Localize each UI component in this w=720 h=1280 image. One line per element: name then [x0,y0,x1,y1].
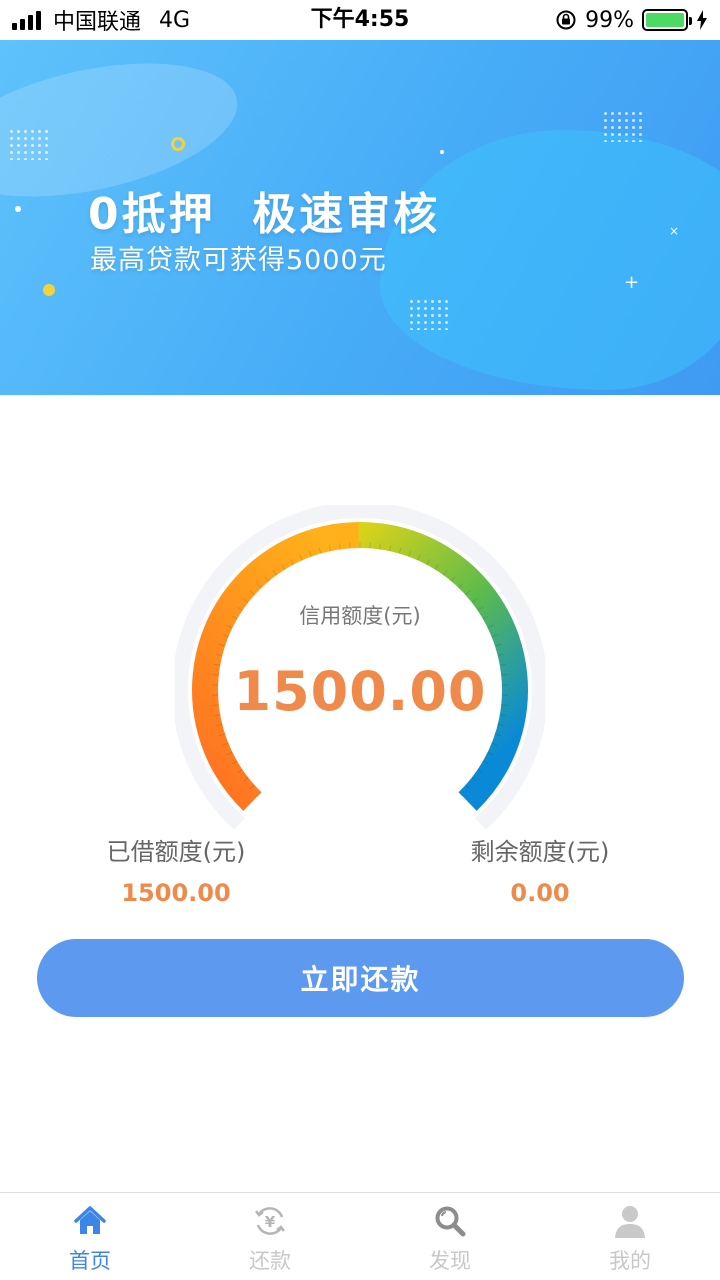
borrowed-stat: 已借额度(元) 1500.00 [46,832,306,907]
signal-icon [12,10,41,30]
promo-banner[interactable]: + × 0抵押 极速审核 最高贷款可获得5000元 [0,40,720,395]
banner-dots [8,128,52,160]
battery-percent: 99% [585,7,634,33]
banner-subtitle: 最高贷款可获得5000元 [90,245,387,276]
tab-home[interactable]: 首页 [0,1193,180,1280]
search-icon [435,1206,466,1237]
remaining-value: 0.00 [510,879,570,907]
borrowed-label: 已借额度(元) [106,838,246,866]
tab-label: 我的 [609,1249,651,1273]
banner-sparkle: × [669,224,680,238]
tab-label: 发现 [429,1249,471,1273]
tab-discover[interactable]: 发现 [360,1193,540,1280]
banner-dot [15,206,21,212]
charging-icon [697,10,707,30]
tab-label: 还款 [249,1249,291,1273]
banner-ring [171,137,185,151]
banner-dot [43,284,55,296]
status-left: 中国联通 4G [12,0,190,40]
banner-dots [602,110,646,142]
credit-label: 信用额度(元) [299,604,421,628]
tab-mine[interactable]: 我的 [540,1193,720,1280]
banner-sparkle: + [624,272,640,293]
credit-value: 1500.00 [233,660,487,723]
carrier-name: 中国联通 [53,10,142,35]
repay-now-button[interactable]: 立即还款 [37,939,684,1017]
svg-text:¥: ¥ [265,1213,276,1231]
banner-dots [408,298,452,330]
rotation-lock-icon [556,10,576,30]
home-icon [74,1206,106,1234]
user-icon [615,1206,645,1238]
remaining-stat: 剩余额度(元) 0.00 [410,832,670,907]
borrowed-value: 1500.00 [121,879,231,907]
remaining-label: 剩余额度(元) [470,838,610,866]
battery-icon [642,9,692,31]
network-type: 4G [159,7,191,33]
banner-dot [440,150,444,154]
tab-repay[interactable]: ¥ 还款 [180,1193,360,1280]
status-bar: 中国联通 4G 下午4:55 99% [0,0,720,40]
banner-decoration [380,130,720,390]
bottom-tab-bar: 首页 ¥ 还款 发现 我的 [0,1192,720,1280]
banner-title: 0抵押 极速审核 [88,189,441,240]
status-right: 99% [555,0,708,40]
repay-icon: ¥ [255,1207,285,1235]
tab-label: 首页 [69,1249,111,1273]
